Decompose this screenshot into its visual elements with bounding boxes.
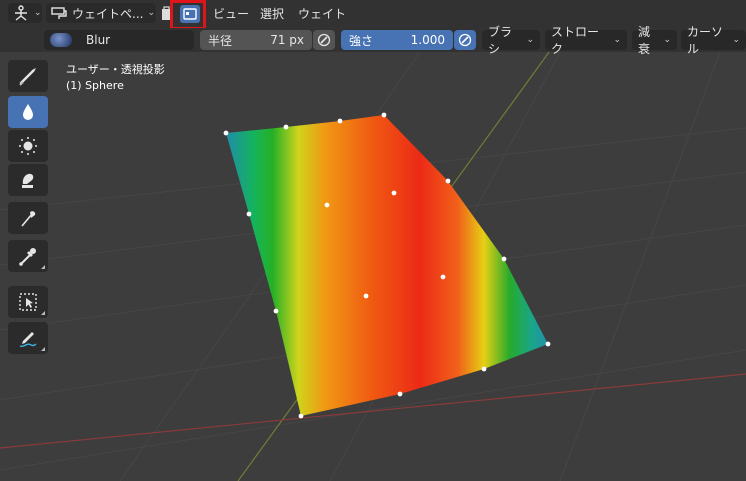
chevron-down-icon: ⌄ — [613, 35, 621, 45]
pen-pressure-icon — [458, 33, 472, 47]
tool-average[interactable] — [8, 130, 48, 162]
strength-value: 1.000 — [410, 33, 445, 47]
average-brush-icon — [19, 137, 37, 155]
weight-paint-icon — [51, 7, 67, 19]
header-bar: ⌄ ウェイトペ... ⌄ ビュー 選択 ウェイト — [0, 0, 746, 30]
mode-select[interactable]: ウェイトペ... ⌄ — [46, 3, 156, 23]
menu-weights[interactable]: ウェイト — [298, 5, 346, 22]
smear-brush-icon — [22, 173, 34, 188]
menu-view[interactable]: ビュー — [213, 5, 249, 22]
brush-preview-icon — [50, 33, 72, 47]
chevron-down-icon: ⌄ — [663, 35, 671, 45]
brush-name: Blur — [86, 33, 111, 47]
annotate-icon — [19, 332, 37, 348]
chevron-down-icon: ⌄ — [732, 35, 740, 45]
view-name: ユーザー・透視投影 — [66, 63, 165, 76]
radius-value: 71 px — [270, 33, 304, 47]
falloff-dropdown-label: 減衰 — [638, 25, 651, 56]
mode-label: ウェイトペ... — [72, 6, 144, 21]
strength-field[interactable]: 強さ 1.000 — [341, 30, 453, 50]
chevron-down-icon: ⌄ — [147, 8, 155, 18]
cursor-dropdown[interactable]: カーソル ⌄ — [681, 25, 746, 56]
chevron-down-icon: ⌄ — [526, 35, 534, 45]
highlight-box — [170, 0, 206, 30]
draw-brush-icon — [19, 68, 36, 86]
cursor-dropdown-label: カーソル — [687, 25, 724, 56]
pen-pressure-icon — [317, 33, 331, 47]
stroke-dropdown-label: ストローク — [551, 25, 600, 56]
strength-label: 強さ — [349, 33, 374, 48]
gradient-icon — [21, 211, 36, 227]
radius-label: 半径 — [208, 33, 233, 48]
sample-weight-icon — [19, 248, 36, 266]
brush-dropdown[interactable]: ブラシ ⌄ — [482, 25, 540, 56]
editor-type-button[interactable]: ⌄ — [8, 3, 42, 23]
tool-gradient[interactable] — [8, 202, 48, 234]
radius-pressure-button[interactable] — [313, 30, 335, 50]
chevron-down-icon: ⌄ — [34, 8, 42, 18]
strength-pressure-button[interactable] — [454, 30, 476, 50]
select-box-icon — [19, 293, 37, 311]
falloff-dropdown[interactable]: 減衰 ⌄ — [632, 25, 677, 56]
weight-plane[interactable] — [226, 115, 548, 416]
tool-sample-weight[interactable] — [8, 240, 48, 272]
tool-smear[interactable] — [8, 164, 48, 196]
corner-expand-icon — [41, 265, 45, 269]
tool-annotate[interactable] — [8, 322, 48, 354]
menu-select[interactable]: 選択 — [260, 5, 284, 22]
object-name: (1) Sphere — [66, 79, 124, 92]
blur-brush-icon — [23, 104, 33, 120]
tool-draw[interactable] — [8, 60, 48, 92]
stroke-dropdown[interactable]: ストローク ⌄ — [545, 25, 627, 56]
corner-expand-icon — [41, 347, 45, 351]
radius-field[interactable]: 半径 71 px — [200, 30, 312, 50]
brush-dropdown-label: ブラシ — [488, 25, 513, 56]
tool-select-box[interactable] — [8, 286, 48, 318]
tool-blur[interactable] — [8, 96, 48, 128]
brush-selector[interactable]: Blur — [44, 30, 194, 50]
object-mode-icon — [15, 5, 27, 21]
corner-expand-icon — [41, 311, 45, 315]
tool-settings-bar: Blur 半径 71 px 強さ 1.000 ブラシ ⌄ ストローク ⌄ 減衰 … — [0, 25, 746, 56]
